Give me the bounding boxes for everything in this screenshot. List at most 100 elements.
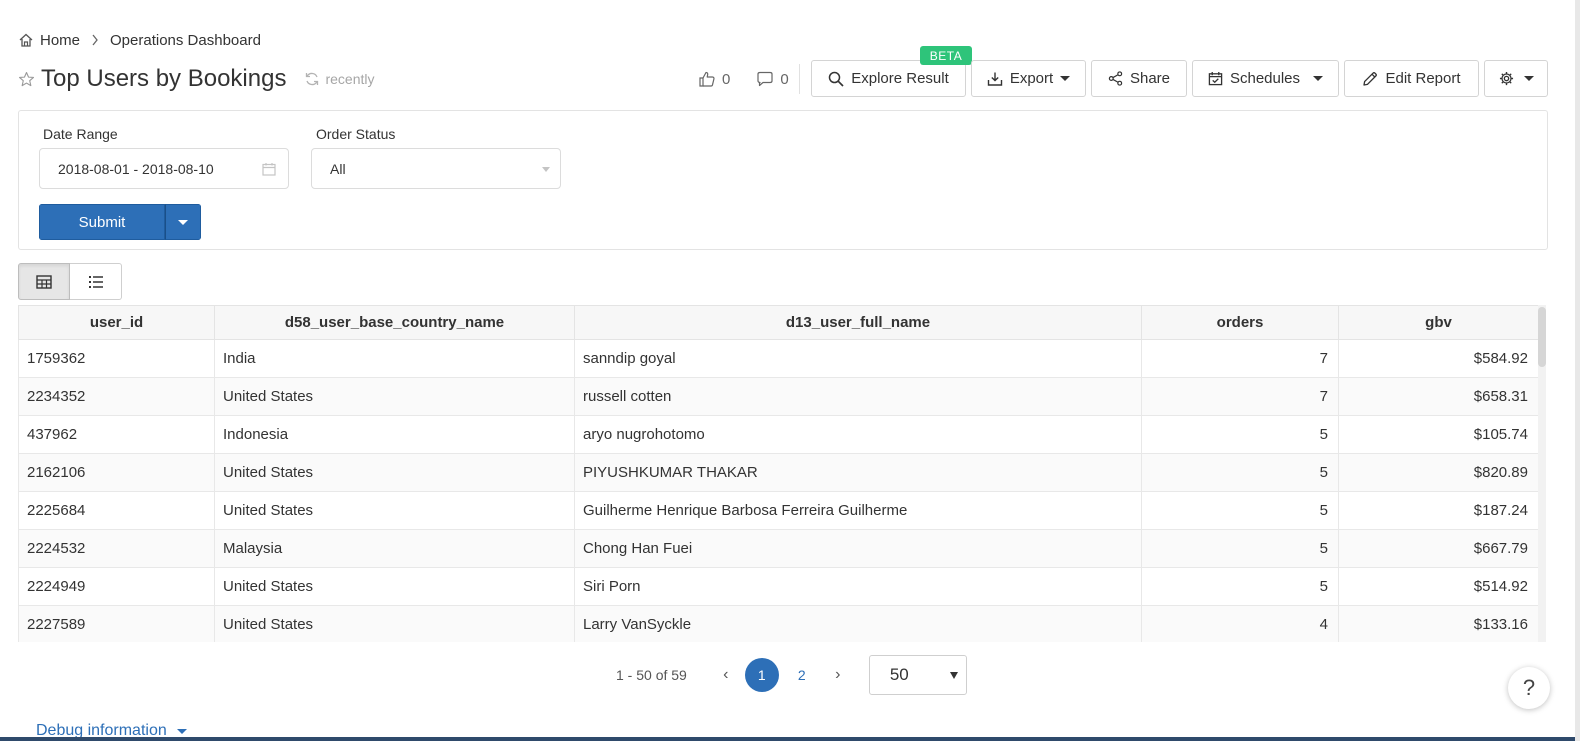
cell-user-id: 2225684 xyxy=(18,490,215,530)
share-button[interactable]: Share xyxy=(1091,60,1187,97)
table-row: 2227589 United States Larry VanSyckle 4 … xyxy=(18,604,1538,642)
cell-user-id: 2162106 xyxy=(18,452,215,492)
table-icon xyxy=(36,274,52,289)
cell-gbv: $105.74 xyxy=(1338,414,1538,454)
share-label: Share xyxy=(1129,70,1171,87)
pencil-icon xyxy=(1362,71,1378,87)
cell-full-name: aryo nugrohotomo xyxy=(574,414,1142,454)
pagination-range: 1 - 50 of 59 xyxy=(616,667,687,683)
likes-count: 0 xyxy=(722,70,731,88)
chevron-down-icon xyxy=(178,219,188,225)
cell-full-name: sanndip goyal xyxy=(574,338,1142,378)
pagination-prev[interactable]: ‹ xyxy=(707,666,745,684)
settings-menu-button[interactable] xyxy=(1484,60,1548,97)
table-view-button[interactable] xyxy=(18,263,70,300)
table-row: 1759362 India sanndip goyal 7 $584.92 xyxy=(18,338,1538,378)
cell-country: United States xyxy=(214,490,575,530)
edit-report-button[interactable]: Edit Report xyxy=(1344,60,1479,97)
edit-report-label: Edit Report xyxy=(1385,70,1461,87)
submit-button[interactable]: Submit xyxy=(39,204,165,240)
cell-full-name: PIYUSHKUMAR THAKAR xyxy=(574,452,1142,492)
comment-icon[interactable] xyxy=(756,70,774,88)
order-status-label: Order Status xyxy=(316,126,396,142)
help-button[interactable]: ? xyxy=(1508,667,1550,709)
pagination-page[interactable]: 2 xyxy=(785,658,819,692)
cell-user-id: 2227589 xyxy=(18,604,215,642)
cell-orders: 5 xyxy=(1141,566,1339,606)
breadcrumb-current[interactable]: Operations Dashboard xyxy=(110,32,261,49)
table-row: 2234352 United States russell cotten 7 $… xyxy=(18,376,1538,416)
order-status-value: All xyxy=(330,160,346,177)
cell-gbv: $514.92 xyxy=(1338,566,1538,606)
filter-panel: Date Range 2018-08-01 - 2018-08-10 Order… xyxy=(18,110,1548,250)
column-header-orders[interactable]: orders xyxy=(1141,306,1339,340)
date-range-label: Date Range xyxy=(43,126,118,142)
cell-country: United States xyxy=(214,376,575,416)
chevron-down-icon xyxy=(1313,76,1324,81)
submit-options-button[interactable] xyxy=(165,204,201,240)
explore-result-label: Explore Result xyxy=(851,70,949,87)
star-icon[interactable] xyxy=(18,71,35,88)
title-row: Top Users by Bookings recently xyxy=(18,64,374,94)
breadcrumb-home[interactable]: Home xyxy=(40,32,80,49)
table-row: 2162106 United States PIYUSHKUMAR THAKAR… xyxy=(18,452,1538,492)
explore-result-button[interactable]: Explore Result xyxy=(811,60,966,97)
cell-gbv: $667.79 xyxy=(1338,528,1538,568)
cell-user-id: 1759362 xyxy=(18,338,215,378)
download-icon xyxy=(987,71,1003,87)
refresh-text: recently xyxy=(325,71,375,87)
date-range-value: 2018-08-01 - 2018-08-10 xyxy=(58,160,214,177)
chevron-down-icon xyxy=(176,728,187,734)
column-header-country[interactable]: d58_user_base_country_name xyxy=(214,306,575,340)
comments-count: 0 xyxy=(780,70,789,88)
share-icon xyxy=(1108,71,1123,86)
schedules-label: Schedules xyxy=(1229,70,1301,87)
date-range-input[interactable]: 2018-08-01 - 2018-08-10 xyxy=(39,148,289,189)
refresh-status[interactable]: recently xyxy=(304,71,374,87)
cell-full-name: Siri Porn xyxy=(574,566,1142,606)
column-header-gbv[interactable]: gbv xyxy=(1338,306,1538,340)
view-toggle xyxy=(18,263,122,300)
home-icon[interactable] xyxy=(18,32,34,48)
toolbar-divider xyxy=(799,64,800,94)
page-size-select[interactable]: 50 xyxy=(868,655,967,695)
calendar-check-icon xyxy=(1208,71,1223,86)
cell-user-id: 2224532 xyxy=(18,528,215,568)
export-button[interactable]: Export xyxy=(971,60,1086,97)
schedules-button[interactable]: Schedules xyxy=(1192,60,1339,97)
list-view-button[interactable] xyxy=(70,263,122,300)
pagination-page[interactable]: 1 xyxy=(744,658,779,692)
cell-country: United States xyxy=(214,452,575,492)
cell-user-id: 2234352 xyxy=(18,376,215,416)
list-icon xyxy=(88,275,104,289)
cell-full-name: Larry VanSyckle xyxy=(574,604,1142,642)
pagination-next[interactable]: › xyxy=(819,666,857,684)
breadcrumb: Home Operations Dashboard xyxy=(18,30,261,50)
search-icon xyxy=(828,71,844,87)
table-row: 2224532 Malaysia Chong Han Fuei 5 $667.7… xyxy=(18,528,1538,568)
column-header-full-name[interactable]: d13_user_full_name xyxy=(574,306,1142,340)
cell-full-name: Guilherme Henrique Barbosa Ferreira Guil… xyxy=(574,490,1142,530)
cell-gbv: $187.24 xyxy=(1338,490,1538,530)
column-header-user-id[interactable]: user_id xyxy=(18,306,215,340)
table-row: 2225684 United States Guilherme Henrique… xyxy=(18,490,1538,530)
cell-country: United States xyxy=(214,566,575,606)
table-row: 2224949 United States Siri Porn 5 $514.9… xyxy=(18,566,1538,606)
page-title: Top Users by Bookings xyxy=(41,65,287,92)
engagement-counters: 0 0 xyxy=(698,68,789,90)
cell-country: India xyxy=(214,338,575,378)
cell-country: Indonesia xyxy=(214,414,575,454)
cell-full-name: Chong Han Fuei xyxy=(574,528,1142,568)
page-size-value: 50 xyxy=(889,665,909,684)
refresh-icon xyxy=(304,71,320,87)
thumbs-up-icon[interactable] xyxy=(698,70,716,88)
table-scrollbar-thumb[interactable] xyxy=(1538,307,1546,367)
window-scrollbar[interactable] xyxy=(1575,0,1580,741)
table-header-row: user_id d58_user_base_country_name d13_u… xyxy=(18,306,1538,340)
cell-orders: 5 xyxy=(1141,490,1339,530)
cell-gbv: $820.89 xyxy=(1338,452,1538,492)
results-table: user_id d58_user_base_country_name d13_u… xyxy=(18,305,1538,642)
cell-country: Malaysia xyxy=(214,528,575,568)
calendar-icon xyxy=(262,162,276,176)
order-status-select[interactable]: All xyxy=(311,148,561,189)
